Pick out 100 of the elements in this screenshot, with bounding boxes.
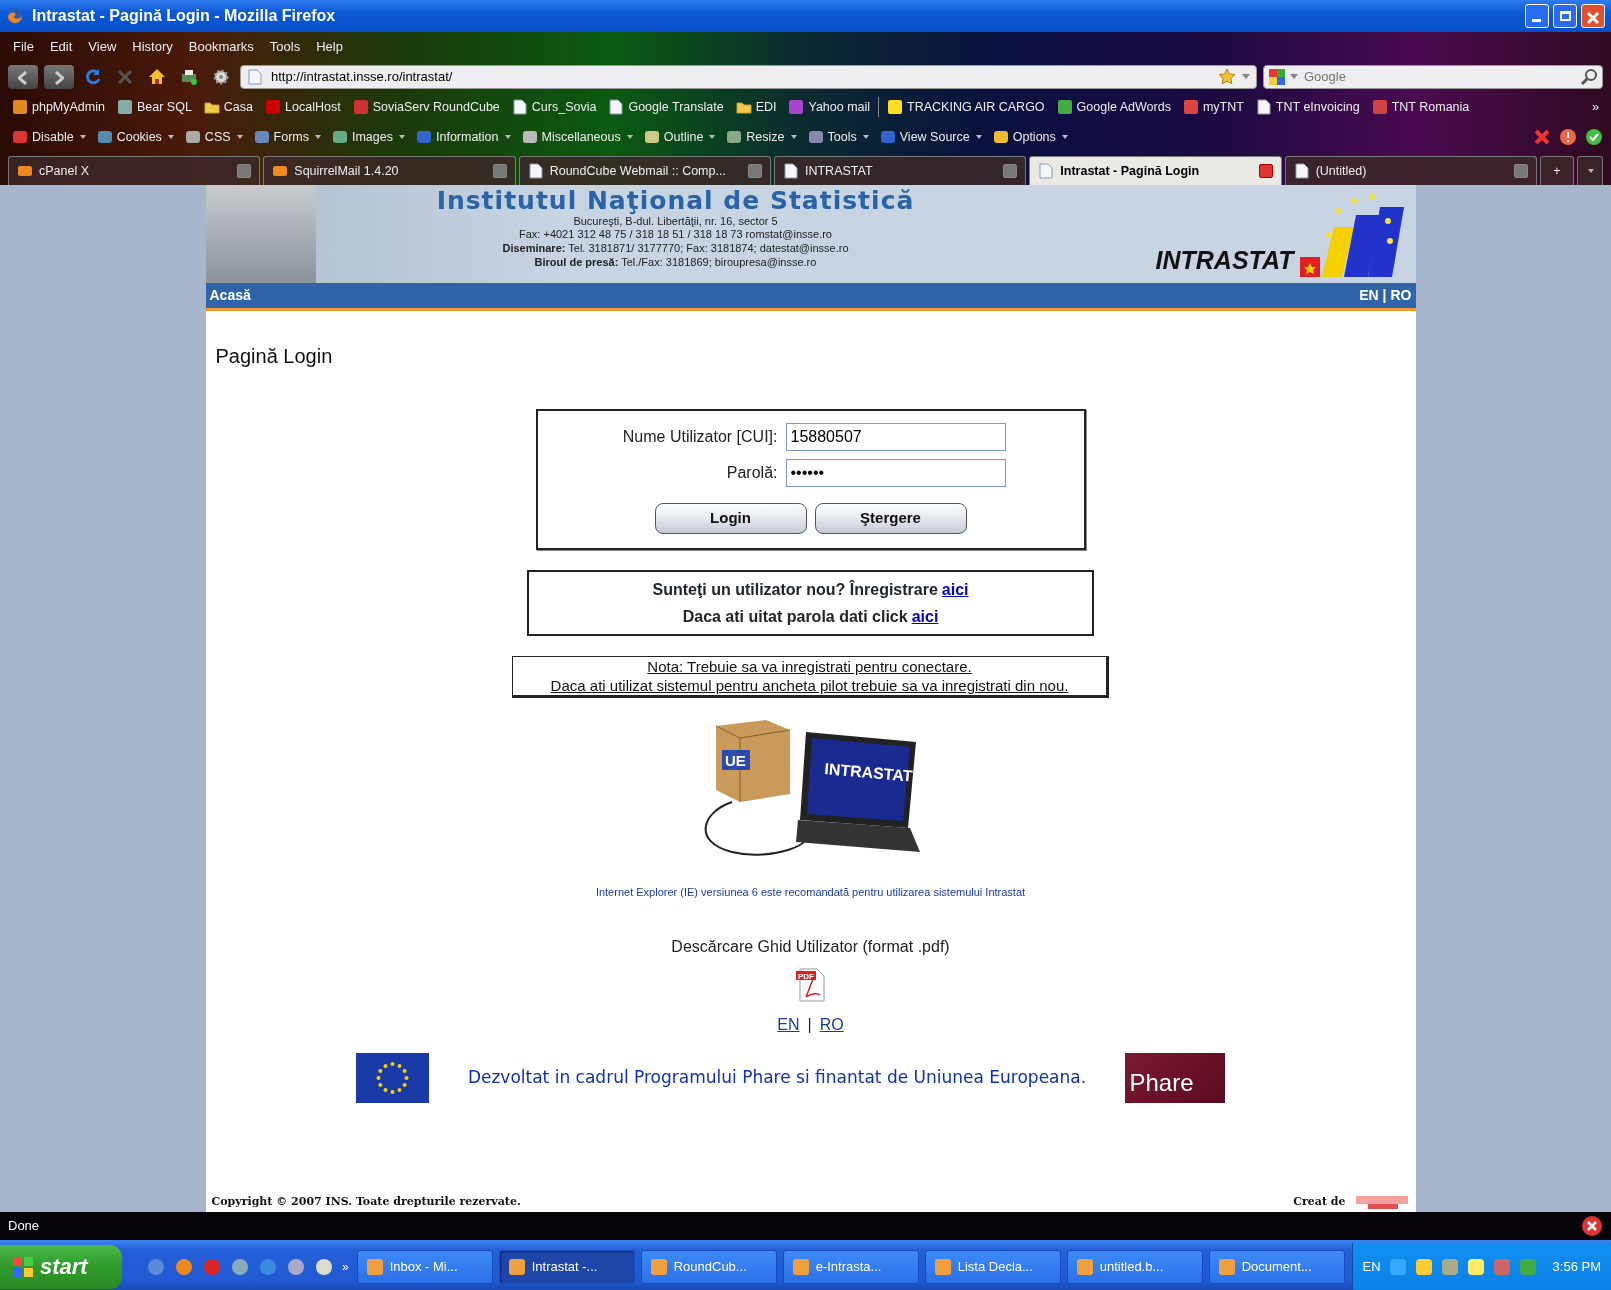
app-icon [314, 1256, 334, 1277]
browser-tab[interactable]: cPanel X [8, 156, 261, 185]
start-button[interactable]: start [0, 1244, 122, 1289]
language-link[interactable]: EN [1359, 285, 1379, 306]
toolbar-menu-button[interactable]: Outline [639, 127, 720, 147]
toolbar-menu-button[interactable]: Forms [249, 127, 325, 147]
app-icon [365, 1257, 384, 1276]
tool-icon [992, 129, 1009, 145]
taskbar-button[interactable]: untitled.b... [1066, 1249, 1203, 1284]
toolbar-menu-button[interactable]: Information [412, 127, 515, 147]
address-input[interactable]: http://intrastat.insse.ro/intrastat/ [269, 66, 1212, 88]
tray-icon [1492, 1257, 1511, 1276]
taskbar-button[interactable]: Lista Decla... [924, 1249, 1061, 1284]
new-tab-button[interactable]: + [1539, 156, 1574, 185]
tab-close-button[interactable] [1513, 164, 1528, 178]
bookmark-item[interactable]: EDI [731, 97, 781, 117]
contact-line: Biroul de presă: Tel./Fax: 3181869; biroupresa@insse.ro [534, 255, 817, 270]
contact-line: Fax: +4021 312 48 75 / 318 18 51 / 318 18 73 romstat@insse.ro [519, 228, 832, 242]
search-field[interactable]: Google [1263, 65, 1603, 89]
menu-item[interactable]: File [8, 37, 39, 57]
language-link[interactable]: EN [777, 1012, 800, 1037]
taskbar-button[interactable]: Document... [1208, 1249, 1345, 1284]
browser-tab[interactable]: Intrastat - Pagină Login [1029, 156, 1282, 185]
browser-tab[interactable]: SquirrelMail 1.4.20 [263, 156, 516, 185]
toolbar-menu-button[interactable]: Images [328, 127, 409, 147]
browser-tab[interactable]: INTRASTAT [774, 156, 1027, 185]
eu-flag-icon [355, 1052, 429, 1103]
back-button[interactable] [8, 65, 38, 89]
separator-text: | [1382, 286, 1387, 305]
tool-icon [416, 129, 432, 145]
site-icon [265, 99, 282, 115]
close-button[interactable] [1581, 4, 1605, 28]
menu-item[interactable]: Bookmarks [183, 37, 259, 57]
menu-item[interactable]: Edit [44, 37, 78, 57]
page-icon [1038, 163, 1055, 179]
login-button[interactable]: Login [654, 503, 807, 534]
taskbar-button[interactable]: Intrastat -... [498, 1249, 635, 1284]
language-link[interactable]: RO [1390, 285, 1412, 306]
page-icon [783, 163, 799, 179]
browser-tab[interactable]: (Untitled) [1284, 156, 1537, 185]
tab-close-button[interactable] [1258, 164, 1273, 178]
tray-icon [1440, 1257, 1459, 1276]
input-field[interactable]: 15880507 [785, 423, 1006, 451]
logo-icon [17, 163, 33, 179]
bookmark-item[interactable]: myTNT [1178, 97, 1248, 117]
toolbar-menu-button[interactable]: Miscellaneous [517, 127, 637, 147]
box-laptop-drawing: UE INTRASTAT [695, 714, 926, 864]
address-field[interactable]: http://intrastat.insse.ro/intrastat/ [240, 65, 1257, 89]
taskbar-button[interactable]: e-Intrasta... [782, 1249, 919, 1284]
browser-tab[interactable]: RoundCube Webmail :: Comp... [518, 156, 771, 185]
site-icon [116, 99, 133, 115]
taskbar-button[interactable]: Inbox - Mi... [356, 1249, 493, 1284]
maximize-button[interactable] [1553, 4, 1577, 28]
toolbar-menu-button[interactable]: View Source [875, 127, 986, 147]
toolbar-menu-button[interactable]: Resize [722, 127, 801, 147]
tool-icon [643, 129, 660, 145]
tab-close-button[interactable] [492, 164, 507, 178]
toolbar-menu-button[interactable]: Disable [8, 127, 90, 147]
toolbar-menu-button[interactable]: CSS [180, 127, 247, 147]
tab-close-button[interactable] [1003, 164, 1018, 178]
bookmark-item[interactable]: Yahoo mail [784, 97, 875, 117]
menu-item[interactable]: History [127, 37, 178, 57]
bookmark-item[interactable]: phpMyAdmin [8, 97, 109, 117]
bookmark-item[interactable]: Curs_Sovia [507, 97, 601, 117]
home-link[interactable]: Acasă [209, 285, 251, 306]
toolbar-menu-button[interactable]: Options [988, 127, 1072, 147]
settings-icon [211, 67, 231, 87]
minimize-button[interactable] [1525, 4, 1549, 28]
help-link[interactable]: aici [941, 576, 969, 603]
bookmark-item[interactable]: Google AdWords [1052, 97, 1175, 117]
menu-item[interactable]: View [83, 37, 122, 57]
more-bookmarks-button[interactable]: » [1588, 97, 1603, 117]
clear-button[interactable]: Ştergere [814, 503, 967, 534]
bookmark-item[interactable]: LocalHost [261, 97, 345, 117]
bookmark-item[interactable]: TNT eInvoicing [1251, 97, 1364, 117]
bookmark-item[interactable]: Casa [199, 97, 258, 117]
menu-item[interactable]: Help [311, 37, 348, 57]
note-text: Nota: Trebuie sa va inregistrati pentru conectare. [646, 657, 973, 676]
toolbar-menu-button[interactable]: Tools [803, 127, 873, 147]
bookmark-item[interactable]: TRACKING AIR CARGO [883, 97, 1049, 117]
bookmark-item[interactable]: Bear SQL [112, 97, 196, 117]
language-link[interactable]: RO [819, 1012, 844, 1037]
search-input[interactable]: Google [1302, 66, 1576, 88]
forward-button[interactable] [44, 65, 74, 89]
app-icon [1075, 1257, 1094, 1276]
tab-close-button[interactable] [237, 164, 252, 178]
bookmark-item[interactable]: SoviaServ RoundCube [348, 97, 504, 117]
caret-icon [1242, 74, 1250, 80]
menu-item[interactable]: Tools [264, 37, 306, 57]
app-icon [286, 1256, 306, 1277]
taskbar-button[interactable]: RoundCub... [640, 1249, 777, 1284]
star-icon [1218, 68, 1236, 86]
toolbar-menu-button[interactable]: Cookies [92, 127, 178, 147]
bookmark-item[interactable]: TNT Romania [1367, 97, 1474, 117]
tab-label: cPanel X [39, 162, 90, 180]
input-field[interactable]: •••••• [785, 459, 1006, 487]
tab-list-button[interactable] [1576, 156, 1603, 185]
help-link[interactable]: aici [911, 603, 939, 630]
more-button[interactable]: » [340, 1257, 351, 1276]
bookmark-item[interactable]: Google Translate [604, 97, 728, 117]
